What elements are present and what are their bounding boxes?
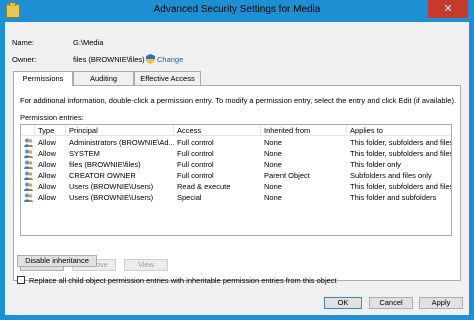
cell-principal: files (BROWNIE\files) [69,160,141,169]
permission-entries-table[interactable]: Type Principal Access Inherited from App… [20,124,452,236]
title-bar[interactable]: Advanced Security Settings for Media ✕ [0,0,474,22]
name-label: Name: [12,38,35,47]
table-row[interactable]: Allow CREATOR OWNER Full control Parent Obj… [21,170,451,181]
cell-principal: CREATOR OWNER [69,171,136,180]
disable-inheritance-button[interactable]: Disable inheritance [17,255,97,267]
cell-applies-to: This folder only [350,160,401,169]
header-applies-to[interactable]: Applies to [347,125,451,136]
ok-button[interactable]: OK [324,297,362,309]
security-settings-window: Advanced Security Settings for Media ✕ N… [0,0,474,320]
cell-type: Allow [38,182,56,191]
tab-auditing[interactable]: Auditing [73,71,134,85]
user-group-icon [24,182,33,191]
cell-principal: Users (BROWNIE\Users) [69,182,154,191]
replace-child-entries-label: Replace all child object permission entr… [29,276,337,285]
table-row[interactable]: Allow Users (BROWNIE\Users) Read & execute… [21,181,451,192]
cell-access: Full control [177,149,214,158]
table-row[interactable]: Allow SYSTEM Full control None This folder, … [21,148,451,159]
cell-inherited-from: None [264,182,282,191]
user-group-icon [24,193,33,202]
cell-applies-to: This folder, subfolders and files [350,138,451,147]
cell-type: Allow [38,138,56,147]
cancel-button[interactable]: Cancel [369,297,413,309]
cell-access: Full control [177,160,214,169]
dialog-body: Name: G:\Media Owner: files (BROWNIE\fil… [5,22,469,315]
window-title: Advanced Security Settings for Media [153,4,321,15]
header-type[interactable]: Type [35,125,66,136]
tab-effective-access[interactable]: Effective Access [134,71,201,85]
cell-applies-to: Subfolders and files only [350,171,432,180]
cell-principal: Administrators (BROWNIE\Ad... [69,138,174,147]
owner-label: Owner: [12,55,37,64]
cell-applies-to: This folder and subfolders [350,193,437,202]
permissions-panel: For additional information, double-click… [13,85,461,281]
header-icon-col [21,125,35,136]
table-row[interactable]: Allow Administrators (BROWNIE\Ad... Full c… [21,137,451,148]
header-principal[interactable]: Principal [66,125,174,136]
user-group-icon [24,138,33,147]
name-value: G:\Media [73,38,104,47]
cell-inherited-from: None [264,138,282,147]
table-header: Type Principal Access Inherited from App… [21,125,451,136]
replace-child-entries-checkbox[interactable] [17,276,25,284]
cell-inherited-from: Parent Object [264,171,310,180]
view-button[interactable]: View [124,259,168,271]
uac-shield-icon [146,54,155,64]
table-row[interactable]: Allow Users (BROWNIE\Users) Special None Thi… [21,192,451,203]
header-inherited-from[interactable]: Inherited from [261,125,347,136]
user-group-icon [24,149,33,158]
permission-entries-label: Permission entries: [20,113,84,122]
cell-inherited-from: None [264,160,282,169]
owner-value: files (BROWNIE\files) [73,55,145,64]
cell-access: Full control [177,171,214,180]
close-button[interactable]: ✕ [428,0,468,18]
tab-permissions[interactable]: Permissions [13,71,73,86]
cell-applies-to: This folder, subfolders and files [350,149,451,158]
apply-button[interactable]: Apply [419,297,463,309]
cell-type: Allow [38,193,56,202]
user-group-icon [24,171,33,180]
cell-type: Allow [38,171,56,180]
header-access[interactable]: Access [174,125,261,136]
user-group-icon [24,160,33,169]
cell-inherited-from: None [264,193,282,202]
cell-principal: SYSTEM [69,149,100,158]
cell-access: Read & execute [177,182,231,191]
table-row[interactable]: Allow files (BROWNIE\files) Full control No… [21,159,451,170]
change-owner-link[interactable]: Change [157,55,183,64]
intro-text: For additional information, double-click… [20,96,457,105]
cell-inherited-from: None [264,149,282,158]
cell-type: Allow [38,160,56,169]
cell-principal: Users (BROWNIE\Users) [69,193,154,202]
cell-applies-to: This folder, subfolders and files [350,182,451,191]
cell-access: Full control [177,138,214,147]
cell-type: Allow [38,149,56,158]
cell-access: Special [177,193,202,202]
